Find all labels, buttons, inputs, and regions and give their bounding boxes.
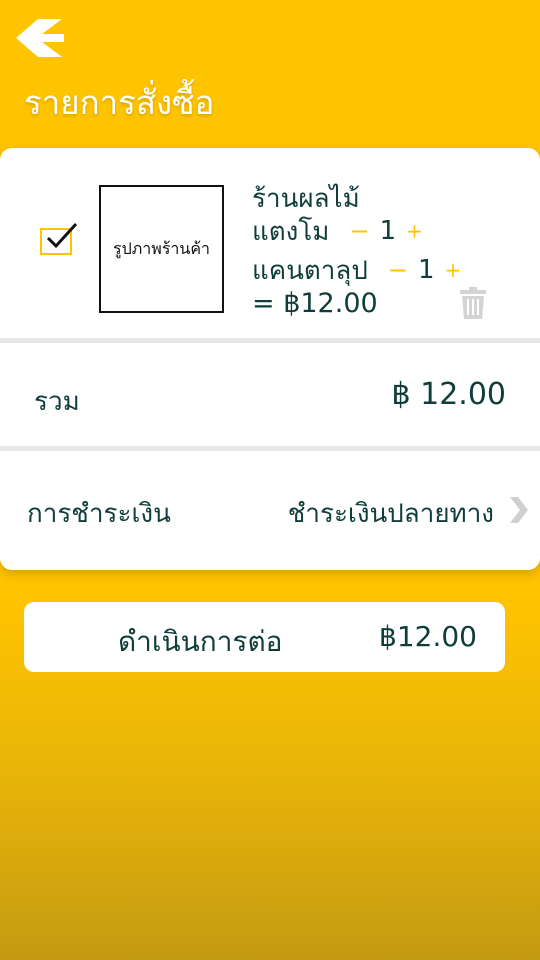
total-value: ฿ 12.00 — [391, 377, 506, 412]
proceed-label: ดำเนินการต่อ — [118, 625, 283, 658]
shop-image: รูปภาพร้านค้า — [99, 185, 224, 313]
proceed-button[interactable]: ดำเนินการต่อ ฿12.00 — [24, 602, 505, 672]
decrease-qty-button[interactable]: − — [349, 217, 369, 245]
proceed-amount: ฿12.00 — [379, 620, 477, 653]
delete-button[interactable] — [460, 287, 486, 323]
chevron-left-icon — [16, 19, 64, 57]
payment-label: การชำระเงิน — [27, 499, 171, 529]
checkmark-icon — [46, 222, 78, 249]
item-name: แคนตาลุป — [252, 255, 368, 286]
trash-icon — [460, 287, 486, 319]
page-title: รายการสั่งซื้อ — [24, 83, 215, 122]
select-checkbox[interactable] — [40, 222, 78, 255]
divider — [0, 446, 540, 451]
item-quantity: 1 — [417, 255, 435, 285]
total-label: รวม — [34, 387, 80, 417]
increase-qty-button[interactable]: + — [406, 219, 423, 243]
item-name: แตงโม — [252, 216, 330, 247]
cart-item: รูปภาพร้านค้า ร้านผลไม้ แตงโม − 1 + แคนต… — [0, 148, 540, 338]
line-item: แคนตาลุป − 1 + — [252, 253, 461, 287]
shop-image-placeholder: รูปภาพร้านค้า — [112, 238, 211, 258]
item-total: = ฿12.00 — [252, 288, 378, 319]
back-button[interactable] — [14, 18, 66, 58]
decrease-qty-button[interactable]: − — [388, 256, 408, 284]
divider — [0, 338, 540, 343]
line-item: แตงโม − 1 + — [252, 214, 423, 248]
item-quantity: 1 — [379, 216, 397, 246]
chevron-right-icon — [510, 497, 528, 523]
payment-method-row[interactable]: การชำระเงิน ชำระเงินปลายทาง — [0, 453, 540, 563]
order-card: รูปภาพร้านค้า ร้านผลไม้ แตงโม − 1 + แคนต… — [0, 148, 540, 570]
payment-value: ชำระเงินปลายทาง — [287, 499, 494, 529]
total-row: รวม ฿ 12.00 — [0, 345, 540, 445]
increase-qty-button[interactable]: + — [445, 258, 462, 282]
